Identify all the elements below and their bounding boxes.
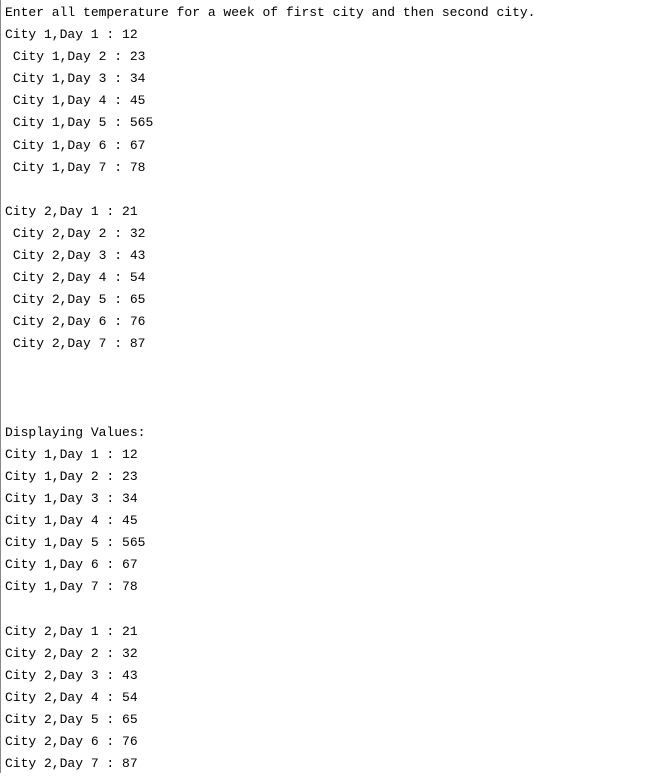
output-line: City 1,Day 7 : 78 [5,579,138,594]
output-line: City 2,Day 2 : 32 [5,646,138,661]
input-line: City 1,Day 4 : 45 [13,93,146,108]
input-line: City 1,Day 3 : 34 [13,71,146,86]
output-line: City 1,Day 6 : 67 [5,557,138,572]
input-line: City 2,Day 2 : 32 [13,226,146,241]
output-line: City 2,Day 6 : 76 [5,734,138,749]
input-line: City 1,Day 7 : 78 [13,160,146,175]
input-line: City 1,Day 5 : 565 [13,115,153,130]
input-line: City 2,Day 1 : 21 [5,204,138,219]
output-line: City 2,Day 1 : 21 [5,624,138,639]
input-line: City 2,Day 3 : 43 [13,248,146,263]
output-line: City 2,Day 4 : 54 [5,690,138,705]
prompt-line: Enter all temperature for a week of firs… [5,5,536,20]
input-line: City 2,Day 4 : 54 [13,270,146,285]
terminal-output: Enter all temperature for a week of firs… [1,0,656,777]
output-line: City 1,Day 3 : 34 [5,491,138,506]
input-line: City 1,Day 6 : 67 [13,138,146,153]
output-line: City 2,Day 7 : 87 [5,756,138,771]
output-line: City 1,Day 5 : 565 [5,535,145,550]
output-line: City 1,Day 1 : 12 [5,447,138,462]
output-header: Displaying Values: [5,425,145,440]
input-line: City 1,Day 2 : 23 [13,49,146,64]
input-line: City 2,Day 5 : 65 [13,292,146,307]
input-line: City 1,Day 1 : 12 [5,27,138,42]
input-line: City 2,Day 7 : 87 [13,336,146,351]
output-line: City 1,Day 2 : 23 [5,469,138,484]
output-line: City 2,Day 3 : 43 [5,668,138,683]
output-line: City 1,Day 4 : 45 [5,513,138,528]
input-line: City 2,Day 6 : 76 [13,314,146,329]
output-line: City 2,Day 5 : 65 [5,712,138,727]
